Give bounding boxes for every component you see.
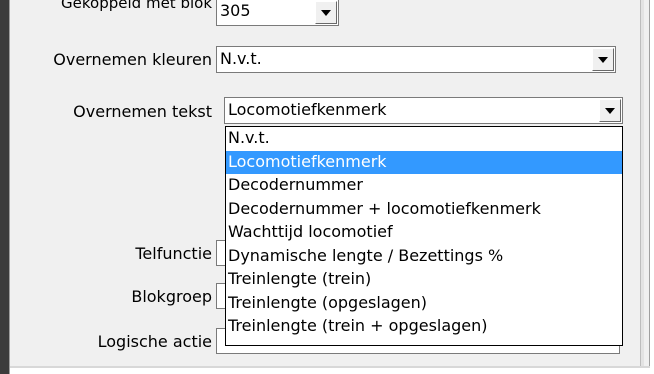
chevron-down-icon xyxy=(598,56,608,63)
telfunctie-label: Telfunctie xyxy=(135,244,212,263)
overnemen-tekst-value: Locomotiefkenmerk xyxy=(228,100,387,119)
dropdown-option[interactable]: Locomotiefkenmerk xyxy=(226,150,622,174)
overnemen-kleuren-combo[interactable]: N.v.t. xyxy=(216,46,616,73)
dropdown-option[interactable]: Treinlengte (opgeslagen) xyxy=(226,292,622,316)
gekoppeld-met-blok-value: 305 xyxy=(220,1,251,20)
overnemen-tekst-dropdown-list[interactable]: N.v.t. Locomotiefkenmerk Decodernummer Deco… xyxy=(225,126,623,346)
panel-right-edge xyxy=(640,0,644,368)
overnemen-kleuren-label: Overnemen kleuren xyxy=(53,50,212,69)
dropdown-option[interactable]: Decodernummer xyxy=(226,174,622,198)
overnemen-kleuren-value: N.v.t. xyxy=(220,49,262,68)
gekoppeld-met-blok-combo[interactable]: 305 xyxy=(216,0,339,26)
panel-bottom-edge xyxy=(10,366,650,368)
dropdown-option[interactable]: Treinlengte (trein + opgeslagen) xyxy=(226,315,622,339)
dropdown-option[interactable]: Wachttijd locomotief xyxy=(226,221,622,245)
dropdown-option[interactable]: Decodernummer + locomotiefkenmerk xyxy=(226,198,622,222)
logische-actie-label: Logische actie xyxy=(97,332,212,351)
gekoppeld-met-blok-dropdown-button[interactable] xyxy=(315,1,337,24)
window-edge xyxy=(0,0,9,374)
dropdown-option[interactable]: Treinlengte (trein) xyxy=(226,268,622,292)
overnemen-tekst-dropdown-button[interactable] xyxy=(599,99,621,122)
gekoppeld-met-blok-label: Gekoppeld met blok xyxy=(61,0,212,12)
chevron-down-icon xyxy=(321,9,331,16)
chevron-down-icon xyxy=(605,107,615,114)
dropdown-option[interactable]: N.v.t. xyxy=(226,127,622,151)
overnemen-kleuren-dropdown-button[interactable] xyxy=(592,48,614,71)
dropdown-option[interactable]: Dynamische lengte / Bezettings % xyxy=(226,245,622,269)
overnemen-tekst-label: Overnemen tekst xyxy=(73,102,212,121)
overnemen-tekst-combo[interactable]: Locomotiefkenmerk xyxy=(224,97,623,124)
blokgroep-label: Blokgroep xyxy=(131,287,212,306)
